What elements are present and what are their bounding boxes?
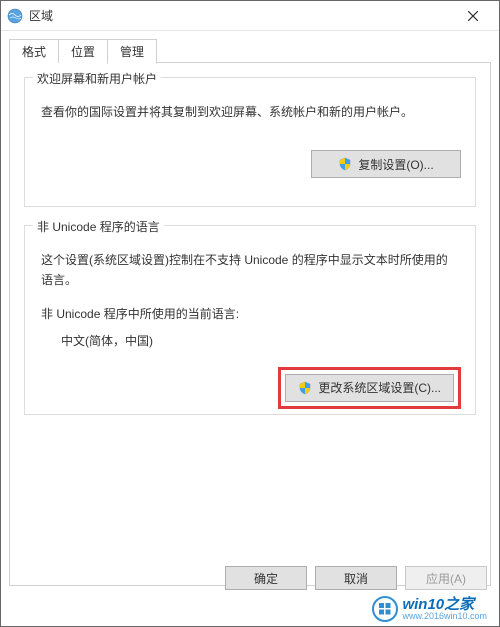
apply-button[interactable]: 应用(A)	[405, 566, 487, 590]
nonunicode-group-desc: 这个设置(系统区域设置)控制在不支持 Unicode 的程序中显示文本时所使用的…	[41, 250, 459, 291]
welcome-group-title: 欢迎屏幕和新用户帐户	[33, 70, 161, 87]
welcome-groupbox: 欢迎屏幕和新用户帐户 查看你的国际设置并将其复制到欢迎屏幕、系统帐户和新的用户帐…	[24, 77, 476, 207]
content-area: 格式 位置 管理 欢迎屏幕和新用户帐户 查看你的国际设置并将其复制到欢迎屏幕、系…	[1, 31, 499, 586]
watermark: win10之家 www.2016win10.com	[372, 596, 487, 622]
tab-admin[interactable]: 管理	[107, 39, 157, 64]
change-locale-label: 更改系统区域设置(C)...	[318, 379, 441, 396]
close-button[interactable]	[453, 2, 493, 30]
change-locale-button[interactable]: 更改系统区域设置(C)...	[285, 374, 454, 402]
titlebar: 区域	[1, 1, 499, 31]
current-language-value: 中文(简体，中国)	[61, 332, 459, 349]
copy-settings-label: 复制设置(O)...	[358, 156, 433, 173]
tab-format[interactable]: 格式	[9, 39, 59, 63]
watermark-main: win10之家	[402, 597, 487, 612]
dialog-buttons: 确定 取消 应用(A)	[225, 566, 487, 590]
globe-icon	[7, 8, 23, 24]
tab-panel-admin: 欢迎屏幕和新用户帐户 查看你的国际设置并将其复制到欢迎屏幕、系统帐户和新的用户帐…	[9, 62, 491, 586]
ok-button[interactable]: 确定	[225, 566, 307, 590]
copy-settings-button[interactable]: 复制设置(O)...	[311, 150, 461, 178]
cancel-button[interactable]: 取消	[315, 566, 397, 590]
shield-icon	[338, 157, 352, 171]
close-icon	[468, 11, 478, 21]
highlight-marker: 更改系统区域设置(C)...	[278, 367, 461, 409]
tab-location[interactable]: 位置	[58, 39, 108, 63]
nonunicode-groupbox: 非 Unicode 程序的语言 这个设置(系统区域设置)控制在不支持 Unico…	[24, 225, 476, 415]
window-title: 区域	[29, 7, 453, 24]
welcome-group-desc: 查看你的国际设置并将其复制到欢迎屏幕、系统帐户和新的用户帐户。	[41, 102, 459, 122]
tabs: 格式 位置 管理	[9, 39, 491, 63]
watermark-logo-icon	[372, 596, 398, 622]
current-language-label: 非 Unicode 程序中所使用的当前语言:	[41, 305, 459, 322]
shield-icon	[298, 381, 312, 395]
watermark-sub: www.2016win10.com	[402, 612, 487, 621]
nonunicode-group-title: 非 Unicode 程序的语言	[33, 218, 164, 235]
